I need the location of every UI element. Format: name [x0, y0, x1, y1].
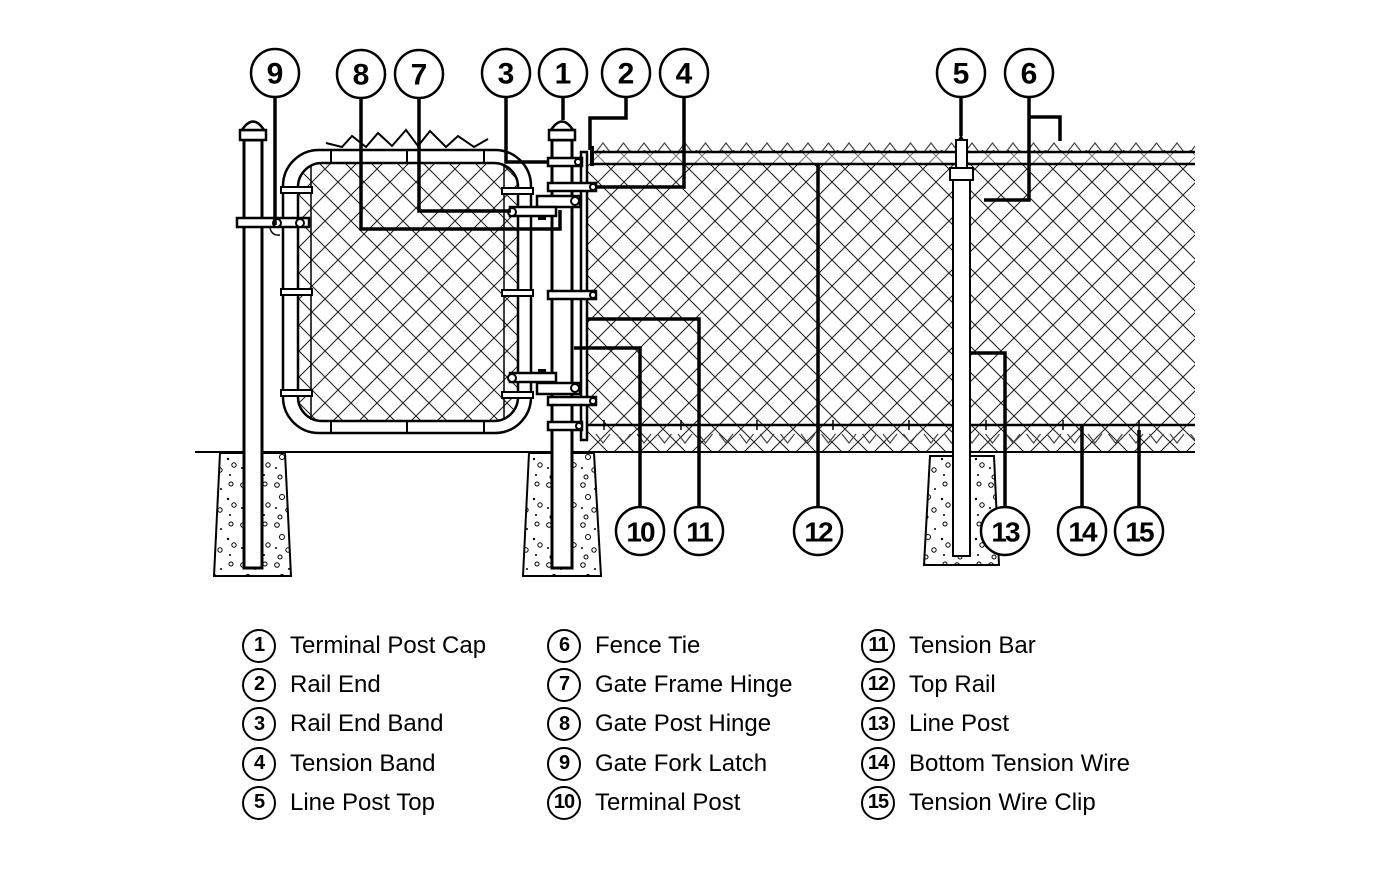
parts-legend: 1 Terminal Post Cap 2 Rail End 3 Rail End B… [0, 626, 1399, 846]
callout-number: 12 [804, 517, 833, 548]
callout-number: 6 [1021, 58, 1038, 91]
top-rail [590, 150, 1195, 166]
callout-15: 15 [1113, 505, 1165, 557]
legend-number-badge: 9 [547, 746, 581, 781]
legend-number-badge: 12 [861, 667, 895, 702]
callout-3: 3 [480, 47, 532, 99]
legend-item: 6 Fence Tie [547, 626, 792, 665]
leader-3 [504, 97, 548, 164]
legend-number-badge: 10 [547, 785, 581, 820]
callout-number: 8 [353, 59, 370, 92]
legend-number-badge: 5 [242, 785, 276, 820]
legend-item: 5 Line Post Top [242, 783, 486, 822]
legend-number-badge: 6 [547, 628, 581, 663]
gate-frame [280, 128, 534, 435]
legend-item: 14 Bottom Tension Wire [861, 744, 1130, 783]
callout-number: 9 [267, 58, 284, 91]
callout-12: 12 [792, 505, 844, 557]
latch-post [238, 120, 268, 570]
legend-number-badge: 3 [242, 707, 276, 742]
legend-number-badge: 2 [242, 667, 276, 702]
legend-item: 3 Rail End Band [242, 705, 486, 744]
callout-8: 8 [335, 48, 387, 100]
legend-label: Gate Fork Latch [595, 749, 768, 777]
callout-1: 1 [537, 47, 589, 99]
legend-label: Terminal Post [595, 788, 741, 816]
legend-label: Tension Bar [909, 631, 1036, 659]
legend-label: Rail End [290, 670, 381, 698]
callout-4: 4 [658, 47, 710, 99]
legend-label: Line Post [909, 710, 1010, 738]
callout-11: 11 [673, 505, 725, 557]
legend-label: Top Rail [909, 670, 996, 698]
legend-item: 9 Gate Fork Latch [547, 744, 792, 783]
legend-item: 10 Terminal Post [547, 783, 792, 822]
callout-number: 1 [555, 58, 572, 91]
callout-number: 10 [626, 517, 655, 548]
legend-label: Tension Band [290, 749, 436, 777]
legend-label: Bottom Tension Wire [909, 749, 1130, 777]
legend-label: Terminal Post Cap [290, 631, 487, 659]
callout-14: 14 [1056, 505, 1108, 557]
callout-7: 7 [393, 48, 445, 100]
line-post [949, 134, 974, 557]
legend-item: 12 Top Rail [861, 665, 1130, 704]
legend-item: 11 Tension Bar [861, 626, 1130, 665]
legend-number-badge: 1 [242, 628, 276, 663]
callout-number: 5 [953, 58, 970, 91]
callout-number: 15 [1125, 517, 1154, 548]
legend-number-badge: 11 [861, 628, 895, 663]
legend-label: Line Post Top [290, 788, 435, 816]
callout-10: 10 [614, 505, 666, 557]
callout-6: 6 [1003, 47, 1055, 99]
callout-5: 5 [935, 47, 987, 99]
legend-column-1: 1 Terminal Post Cap 2 Rail End 3 Rail End B… [242, 626, 486, 822]
legend-number-badge: 7 [547, 667, 581, 702]
callout-number: 3 [498, 58, 515, 91]
callout-13: 13 [979, 505, 1031, 557]
legend-item: 15 Tension Wire Clip [861, 783, 1130, 822]
legend-label: Gate Post Hinge [595, 710, 772, 738]
callout-number: 7 [411, 59, 428, 92]
legend-item: 13 Line Post [861, 705, 1130, 744]
callout-number: 2 [618, 58, 635, 91]
legend-column-2: 6 Fence Tie 7 Gate Frame Hinge 8 Gate Post … [547, 626, 792, 822]
callout-2: 2 [600, 47, 652, 99]
legend-number-badge: 8 [547, 707, 581, 742]
legend-number-badge: 15 [861, 785, 895, 820]
legend-column-3: 11 Tension Bar 12 Top Rail 13 Line Post 14 B… [861, 626, 1130, 822]
legend-item: 7 Gate Frame Hinge [547, 665, 792, 704]
callout-number: 4 [676, 58, 693, 91]
legend-label: Gate Frame Hinge [595, 670, 793, 698]
fence-diagram: 1 23 4 5 678910 11 12 13 14 15 [195, 47, 1195, 577]
legend-item: 8 Gate Post Hinge [547, 705, 792, 744]
callout-9: 9 [249, 47, 301, 99]
legend-label: Rail End Band [290, 710, 444, 738]
callout-number: 14 [1068, 517, 1098, 548]
callout-number: 11 [686, 517, 713, 548]
legend-number-badge: 14 [861, 746, 895, 781]
legend-label: Fence Tie [595, 631, 701, 659]
legend-number-badge: 4 [242, 746, 276, 781]
legend-item: 4 Tension Band [242, 744, 486, 783]
legend-item: 1 Terminal Post Cap [242, 626, 486, 665]
legend-label: Tension Wire Clip [909, 788, 1096, 816]
legend-number-badge: 13 [861, 707, 895, 742]
legend-item: 2 Rail End [242, 665, 486, 704]
callout-number: 13 [991, 517, 1020, 548]
